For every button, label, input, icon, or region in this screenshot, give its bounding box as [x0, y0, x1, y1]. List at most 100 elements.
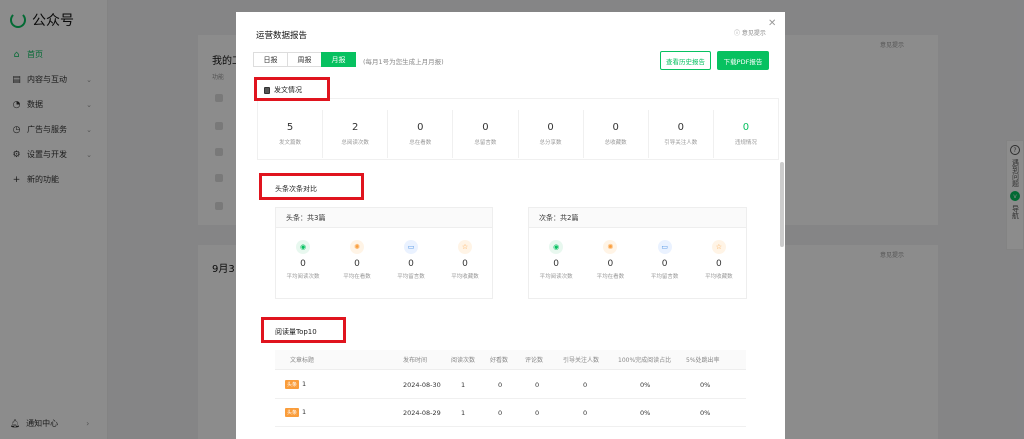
card-title: 头条：共3篇 — [276, 208, 492, 228]
eye-icon: ◉ — [296, 240, 310, 254]
table-row[interactable]: 头条 1 2024-08-30 1 0 0 0 0% 0% — [275, 371, 746, 399]
publish-stats: 5 发文篇数 2 总阅读次数 0 总在看数 0 总留言数 0 总分享数 0 总收藏数 0 引导… — [258, 110, 778, 158]
table-row[interactable]: 头条 1 2024-08-29 1 0 0 0 0% 0% — [275, 399, 746, 427]
secondary-card: 次条：共2篇 ◉ 0 平均阅读次数 ✺ 0 平均在看数 ▭ 0 平均留言数 ☆ 0 平均收藏数 — [528, 207, 747, 299]
column-header: 文章标题 — [290, 357, 315, 364]
article-title[interactable]: 1 — [302, 408, 306, 416]
download-pdf-button[interactable]: 下载PDF报告 — [717, 51, 769, 70]
metric-label: 平均留言数 — [650, 274, 679, 280]
cell-likes: 0 — [498, 380, 503, 389]
stat-value: 0 — [742, 122, 750, 133]
headline-badge: 头条 — [285, 408, 300, 417]
column-header: 引导关注人数 — [563, 357, 600, 364]
article-title[interactable]: 1 — [302, 380, 306, 388]
metric-item: ◉ 0 平均阅读次数 — [276, 240, 330, 280]
stat-item: 0 总分享数 — [519, 110, 584, 158]
stat-item: 2 总阅读次数 — [323, 110, 389, 158]
cell-bounce: 0% — [700, 408, 711, 417]
section-top10-title: 阅读量Top10 — [275, 327, 317, 337]
stat-label: 总留言数 — [474, 140, 497, 146]
stat-label: 违规情况 — [734, 140, 757, 146]
modal-title: 运营数据报告 — [256, 31, 308, 41]
metric-value: 0 — [462, 259, 468, 269]
cell-bounce: 0% — [700, 380, 711, 389]
column-header: 100%完成阅读占比 — [618, 357, 672, 364]
sparkle-icon: ✺ — [350, 240, 364, 254]
column-header: 5%处跳出率 — [686, 357, 720, 364]
section-title-text: 头条次条对比 — [275, 185, 317, 193]
cell-date: 2024-08-29 — [403, 408, 441, 417]
modal-feedback[interactable]: ⓘ 意见提示 — [734, 28, 766, 37]
tab-note: (每月1号为您生成上月月报) — [363, 58, 444, 66]
close-icon[interactable]: ✕ — [768, 18, 776, 29]
stat-item: 0 引导关注人数 — [649, 110, 714, 158]
stat-value: 0 — [677, 122, 684, 133]
cell-complete: 0% — [640, 380, 651, 389]
document-icon — [264, 86, 270, 94]
stat-value: 0 — [482, 122, 489, 133]
eye-icon: ◉ — [549, 240, 564, 254]
metric-value: 0 — [300, 259, 306, 269]
metric-item: ✺ 0 平均在看数 — [330, 240, 384, 280]
stat-value: 0 — [547, 122, 554, 133]
cell-comments: 0 — [535, 408, 540, 417]
metric-label: 平均收藏数 — [705, 274, 733, 280]
stat-value: 0 — [612, 122, 619, 133]
period-tabs: 日报 周报 月报 — [253, 52, 356, 67]
tab-weekly[interactable]: 周报 — [287, 52, 322, 67]
cell-follows: 0 — [583, 408, 588, 417]
metric-item: ☆ 0 平均收藏数 — [438, 240, 492, 280]
stat-item: 0 总收藏数 — [584, 110, 649, 158]
metric-label: 平均收藏数 — [451, 274, 479, 280]
cell-reads: 1 — [461, 380, 466, 389]
tab-daily[interactable]: 日报 — [253, 52, 288, 67]
metric-label: 平均在看数 — [596, 274, 625, 280]
section-title-text: 阅读量Top10 — [275, 328, 317, 336]
star-icon: ☆ — [458, 240, 472, 254]
stat-label: 总分享数 — [539, 140, 562, 146]
metric-value: 0 — [661, 259, 668, 269]
section-title-text: 发文情况 — [274, 86, 302, 94]
card-items: ◉ 0 平均阅读次数 ✺ 0 平均在看数 ▭ 0 平均留言数 ☆ 0 平均收藏数 — [276, 228, 492, 280]
stat-label: 总收藏数 — [604, 140, 627, 146]
metric-value: 0 — [607, 259, 614, 269]
history-report-button[interactable]: 查看历史报告 — [660, 51, 711, 70]
stat-label: 发文篇数 — [279, 140, 302, 146]
stat-item: 0 总在看数 — [388, 110, 454, 158]
metric-item: ▭ 0 平均留言数 — [638, 240, 692, 280]
tab-monthly[interactable]: 月报 — [321, 52, 356, 67]
stat-item: 0 违规情况 — [714, 110, 778, 158]
stat-item: 5 发文篇数 — [258, 110, 324, 158]
metric-item: ☆ 0 平均收藏数 — [692, 240, 746, 280]
metric-item: ◉ 0 平均阅读次数 — [529, 240, 583, 280]
stat-label: 总阅读次数 — [341, 140, 369, 146]
scrollbar[interactable] — [780, 162, 784, 247]
section-compare-title: 头条次条对比 — [275, 184, 317, 194]
metric-label: 平均阅读次数 — [539, 274, 573, 280]
column-header: 阅读次数 — [451, 357, 476, 364]
metric-label: 平均阅读次数 — [286, 274, 320, 280]
table-header: 文章标题 发布时间 阅读次数 好看数 评论数 引导关注人数 100%完成阅读占比… — [275, 350, 746, 370]
column-header: 评论数 — [525, 357, 544, 364]
cell-reads: 1 — [461, 408, 466, 417]
headline-badge: 头条 — [285, 380, 300, 389]
headline-card: 头条：共3篇 ◉ 0 平均阅读次数 ✺ 0 平均在看数 ▭ 0 平均留言数 ☆ 0 平均收藏数 — [275, 207, 493, 299]
metric-label: 平均在看数 — [343, 274, 371, 280]
cell-follows: 0 — [583, 380, 588, 389]
stat-value: 5 — [286, 122, 294, 133]
cell-likes: 0 — [498, 408, 503, 417]
sparkle-icon: ✺ — [603, 240, 618, 254]
star-icon: ☆ — [711, 240, 726, 254]
metric-item: ▭ 0 平均留言数 — [384, 240, 438, 280]
metric-label: 平均留言数 — [397, 274, 425, 280]
cell-date: 2024-08-30 — [403, 380, 441, 389]
card-items: ◉ 0 平均阅读次数 ✺ 0 平均在看数 ▭ 0 平均留言数 ☆ 0 平均收藏数 — [529, 228, 746, 280]
comment-icon: ▭ — [657, 240, 672, 254]
metric-value: 0 — [354, 259, 360, 269]
metric-value: 0 — [553, 259, 559, 269]
metric-value: 0 — [716, 259, 722, 269]
metric-value: 0 — [408, 259, 414, 269]
info-icon: ⓘ — [734, 30, 742, 37]
column-header: 好看数 — [490, 357, 509, 364]
metric-item: ✺ 0 平均在看数 — [583, 240, 637, 280]
